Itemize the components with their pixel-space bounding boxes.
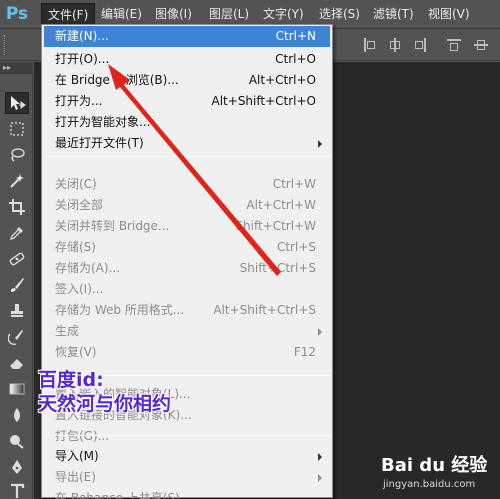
file-menu-item-shortcut: Alt+Ctrl+W (246, 198, 316, 212)
move-tool-icon[interactable] (5, 92, 29, 114)
gradient-tool-icon[interactable] (5, 378, 29, 400)
menu-view[interactable]: 视图(V) (422, 3, 476, 26)
file-menu-item-label: 在 Behance 上共享(S)... (55, 491, 192, 499)
file-menu-item[interactable]: 存储为(A)... Shift+Ctrl+S (44, 258, 330, 279)
file-menu-item-label: 关闭(C) (55, 177, 97, 191)
baidu-jingyan-logo: Bai du 经验 (381, 455, 488, 476)
menu-filter[interactable]: 滤镜(T) (367, 3, 420, 26)
file-menu-item-label: 存储(S) (55, 240, 96, 254)
file-menu-item[interactable]: 关闭并转到 Bridge... Shift+Ctrl+W (44, 216, 330, 237)
file-menu-item-shortcut: Alt+Shift+Ctrl+O (211, 94, 316, 108)
file-menu-item[interactable]: 新建(N)... Ctrl+N (44, 26, 330, 47)
file-menu-item[interactable]: 打包(G)... (44, 426, 330, 447)
file-menu-item-label: 签入(I)... (55, 282, 104, 296)
submenu-arrow-icon (318, 140, 322, 148)
menu-type[interactable]: 文字(Y) (257, 3, 310, 26)
marquee-tool-icon[interactable] (5, 118, 29, 140)
distribute-middle-icon[interactable] (474, 38, 488, 52)
healing-brush-tool-icon[interactable] (5, 248, 29, 270)
submenu-arrow-icon (318, 453, 322, 461)
menu-layer[interactable]: 图层(L) (203, 3, 255, 26)
lasso-tool-icon[interactable] (5, 144, 29, 166)
file-menu-item[interactable]: 在 Behance 上共享(S)... (44, 488, 330, 499)
file-menu-item[interactable]: 打开为智能对象... (44, 112, 330, 133)
align-right-icon[interactable] (413, 38, 427, 52)
file-menu-item-label: 新建(N)... (55, 29, 109, 43)
file-menu-item[interactable]: 恢复(V) F12 (44, 342, 330, 363)
file-menu-item[interactable]: 关闭全部 Alt+Ctrl+W (44, 195, 330, 216)
file-menu-item-label: 最近打开文件(T) (55, 136, 144, 150)
file-menu-item-label: 生成 (55, 324, 80, 338)
history-brush-tool-icon[interactable] (5, 326, 29, 348)
file-menu-item[interactable]: 打开为... Alt+Shift+Ctrl+O (44, 91, 330, 112)
file-menu-item-shortcut: Alt+Ctrl+O (248, 73, 316, 87)
file-menu-item-label: 关闭全部 (55, 198, 104, 212)
file-menu-item[interactable]: 导入(M) (44, 446, 330, 467)
type-tool-icon[interactable] (5, 480, 29, 499)
file-menu-item-label: 导入(M) (55, 449, 99, 463)
watermark-line-1: 百度id: (38, 369, 104, 391)
dodge-tool-icon[interactable] (5, 430, 29, 452)
brush-tool-icon[interactable] (5, 274, 29, 296)
file-menu-item[interactable]: 存储(S) Ctrl+S (44, 237, 330, 258)
file-menu-item-label: 打开为智能对象... (55, 115, 151, 129)
file-menu-item-shortcut: Ctrl+W (272, 177, 316, 191)
file-menu-item-label: 关闭并转到 Bridge... (55, 219, 170, 233)
eraser-tool-icon[interactable] (5, 352, 29, 374)
file-menu-item-label: 恢复(V) (55, 345, 97, 359)
watermark-line-2: 天然河与你相约 (38, 393, 172, 415)
file-menu-item[interactable]: 关闭(C) Ctrl+W (44, 174, 330, 195)
blur-tool-icon[interactable] (5, 404, 29, 426)
file-menu-item-label: 打开(O)... (55, 52, 110, 66)
file-menu-item[interactable]: 在 Bridge 中浏览(B)... Alt+Ctrl+O (44, 70, 330, 91)
tools-panel-collapse[interactable]: ▸▸ (0, 62, 33, 74)
menu-select[interactable]: 选择(S) (313, 3, 366, 26)
file-menu-item[interactable]: 导出(E) (44, 467, 330, 488)
menu-image[interactable]: 图像(I) (149, 3, 198, 26)
file-menu-item-label: 打开为... (55, 94, 103, 108)
file-menu-item-label: 存储为 Web 所用格式... (55, 303, 185, 317)
file-menu-item-shortcut: Ctrl+S (276, 240, 316, 254)
file-menu-item-label: 打包(G)... (55, 429, 110, 443)
distribute-top-icon[interactable] (447, 38, 461, 52)
pen-tool-icon[interactable] (5, 456, 29, 478)
menu-edit[interactable]: 编辑(E) (95, 3, 148, 26)
file-menu-item[interactable]: 签入(I)... (44, 279, 330, 300)
menu-separator (46, 435, 330, 436)
file-menu-item-shortcut: Shift+Ctrl+S (239, 261, 316, 275)
file-menu-item-shortcut: Ctrl+N (275, 29, 316, 43)
file-menu-item-label: 在 Bridge 中浏览(B)... (55, 73, 179, 87)
file-menu-item[interactable]: 最近打开文件(T) (44, 133, 330, 154)
photoshop-logo: Ps (5, 4, 29, 24)
tools-panel: ▸▸ (0, 62, 33, 499)
clone-stamp-tool-icon[interactable] (5, 300, 29, 322)
file-menu-item-shortcut: Alt+Shift+Ctrl+S (213, 303, 316, 317)
crop-tool-icon[interactable] (5, 196, 29, 218)
menu-file[interactable]: 文件(F) (41, 3, 96, 26)
file-menu-item[interactable]: 存储为 Web 所用格式... Alt+Shift+Ctrl+S (44, 300, 330, 321)
file-menu-dropdown: 新建(N)... Ctrl+N 打开(O)... Ctrl+O 在 Bridge 中浏览… (41, 24, 333, 499)
file-menu-item-shortcut: F12 (293, 345, 316, 359)
magic-wand-tool-icon[interactable] (5, 170, 29, 192)
submenu-arrow-icon (318, 474, 322, 482)
file-menu-item-label: 存储为(A)... (55, 261, 121, 275)
baidu-jingyan-url: jingyan.baidu.com (383, 479, 476, 490)
file-menu-item[interactable]: 生成 (44, 321, 330, 342)
eyedropper-tool-icon[interactable] (5, 222, 29, 244)
align-left-icon[interactable] (363, 38, 377, 52)
align-center-icon[interactable] (388, 38, 402, 52)
file-menu-item-shortcut: Ctrl+O (275, 52, 316, 66)
options-bar-grip[interactable] (4, 35, 7, 55)
file-menu-item[interactable]: 打开(O)... Ctrl+O (44, 49, 330, 70)
submenu-arrow-icon (318, 328, 322, 336)
file-menu-item-label: 导出(E) (55, 470, 96, 484)
file-menu-item-shortcut: Shift+Ctrl+W (235, 219, 316, 233)
menu-separator (46, 156, 330, 157)
